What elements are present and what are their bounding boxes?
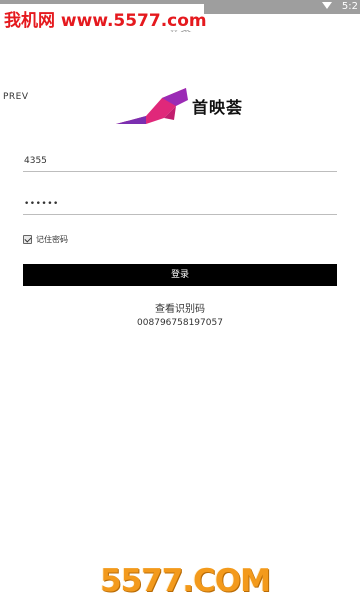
prev-button[interactable]: PREV xyxy=(3,92,29,102)
logo-icon xyxy=(116,88,188,124)
watermark-bottom-text: 5577.COM xyxy=(100,563,271,599)
logo-text: 首映荟 xyxy=(192,98,244,117)
checkbox-checked-icon[interactable] xyxy=(23,235,32,244)
view-code-link[interactable]: 查看识别码 xyxy=(0,300,360,315)
login-button[interactable]: 登录 xyxy=(23,264,337,286)
watermark-top: 我机网 www.5577.com xyxy=(0,4,207,31)
password-field[interactable]: •••••• xyxy=(23,193,337,215)
app-logo: 首映荟 xyxy=(116,84,246,128)
wifi-icon xyxy=(322,2,332,9)
device-code: 008796758197057 xyxy=(137,318,223,328)
remember-password-label: 记住密码 xyxy=(36,235,68,244)
watermark-bottom: 5577.COM xyxy=(100,563,278,600)
username-field[interactable]: 4355 xyxy=(23,150,337,172)
status-time: 5:2 xyxy=(341,1,358,12)
watermark-top-text: 我机网 www.5577.com xyxy=(4,11,207,31)
